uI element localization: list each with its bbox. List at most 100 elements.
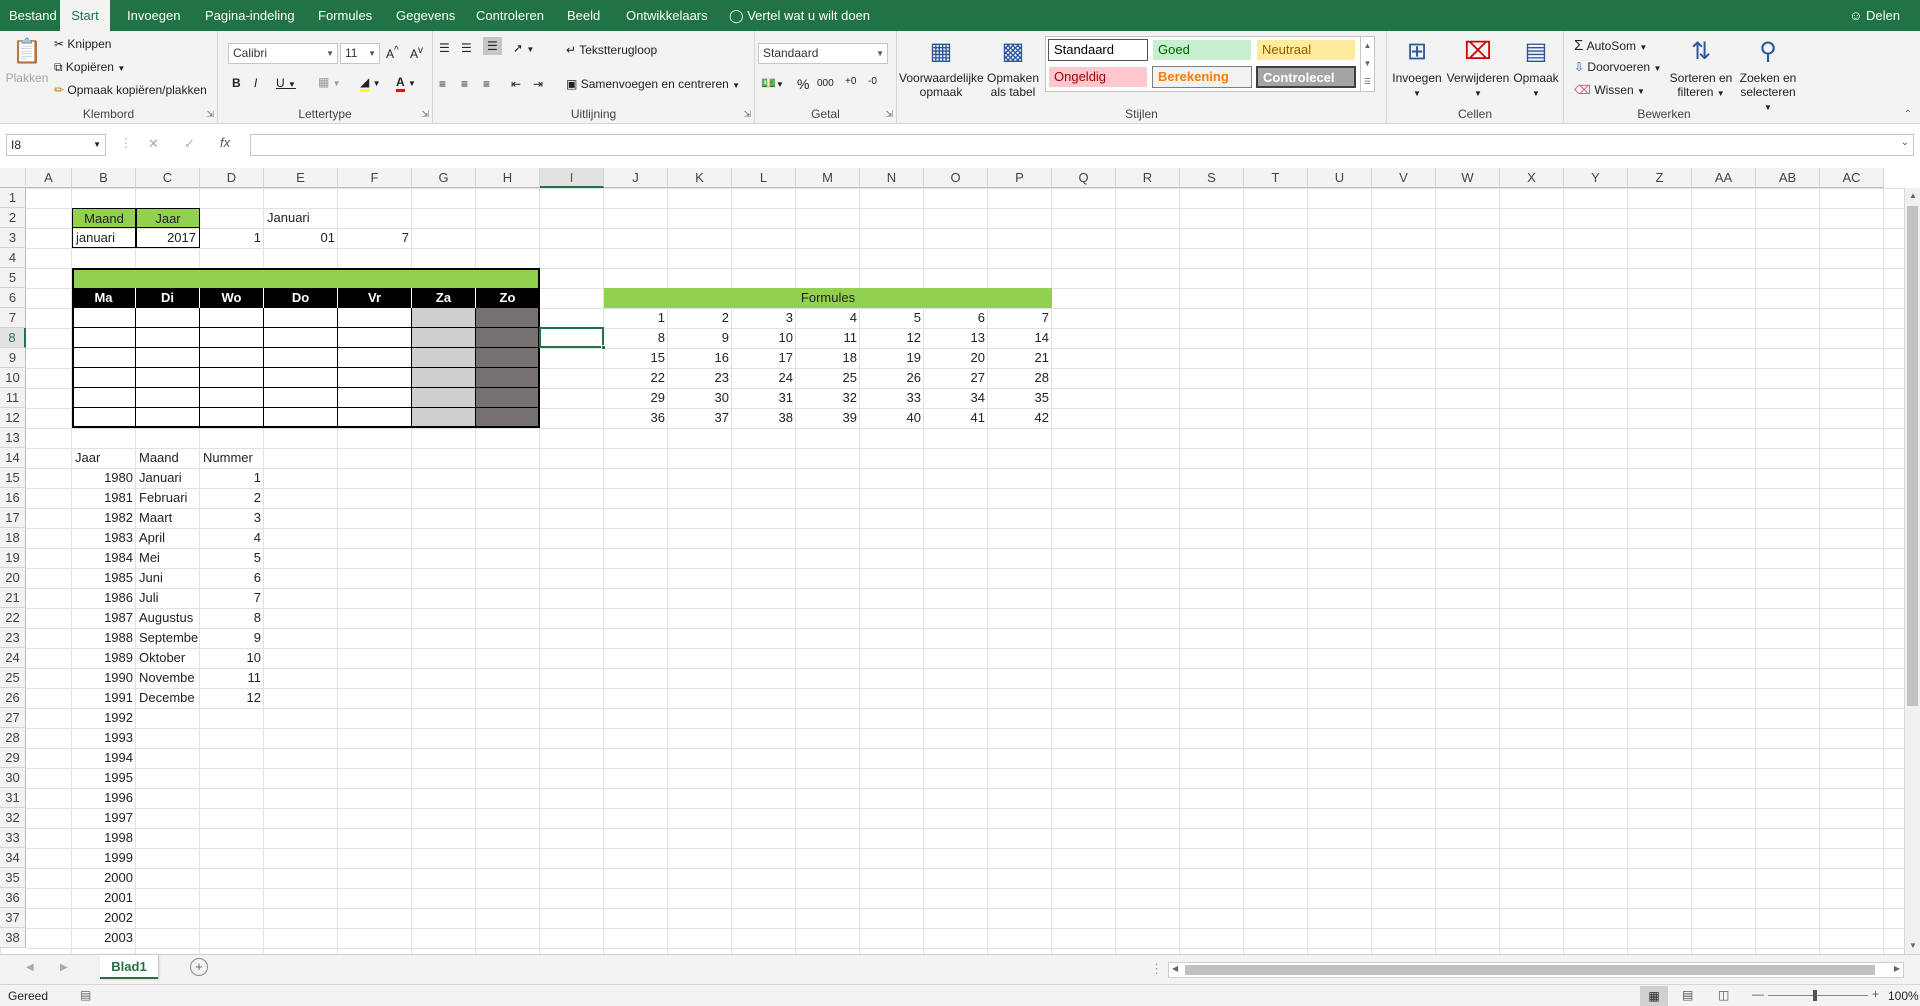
row-header[interactable]: 32 [0, 808, 26, 828]
tab-controleren[interactable]: Controleren [476, 0, 544, 31]
formules-cell[interactable]: 40 [860, 408, 924, 428]
column-header[interactable]: Q [1052, 168, 1116, 188]
zoom-in-icon[interactable]: + [1872, 987, 1879, 1001]
calendar-cell[interactable] [200, 348, 264, 368]
list-year[interactable]: 1993 [72, 728, 136, 748]
row-header[interactable]: 9 [0, 348, 26, 368]
style-neutraal[interactable]: Neutraal [1256, 39, 1356, 61]
column-header[interactable]: H [476, 168, 540, 188]
column-header[interactable]: N [860, 168, 924, 188]
formules-cell[interactable]: 21 [988, 348, 1052, 368]
column-header[interactable]: M [796, 168, 860, 188]
calendar-cell[interactable] [476, 408, 540, 428]
add-sheet-icon[interactable]: + [190, 958, 208, 976]
page-layout-icon[interactable]: ▤ [1682, 988, 1693, 1002]
row-header[interactable]: 7 [0, 308, 26, 328]
calendar-cell[interactable] [338, 328, 412, 348]
formules-cell[interactable]: 23 [668, 368, 732, 388]
formules-cell[interactable]: 4 [796, 308, 860, 328]
zoom-out-icon[interactable]: — [1752, 987, 1764, 1001]
formules-cell[interactable]: 19 [860, 348, 924, 368]
column-header[interactable]: Z [1628, 168, 1692, 188]
list-number[interactable]: 6 [200, 568, 264, 588]
calendar-cell[interactable] [476, 388, 540, 408]
zoom-level[interactable]: 100% [1888, 989, 1919, 1003]
weekday-header[interactable]: Do [264, 288, 338, 308]
calendar-cell[interactable] [338, 408, 412, 428]
row-header[interactable]: 15 [0, 468, 26, 488]
formules-cell[interactable]: 41 [924, 408, 988, 428]
list-number[interactable]: 3 [200, 508, 264, 528]
underline-button[interactable]: U ▼ [276, 76, 296, 90]
calendar-cell[interactable] [412, 308, 476, 328]
dialog-launcher-icon[interactable]: ⇲ [206, 109, 214, 120]
formules-cell[interactable]: 7 [988, 308, 1052, 328]
calendar-cell[interactable] [136, 328, 200, 348]
column-header[interactable]: G [412, 168, 476, 188]
merge-center-button[interactable]: ▣ Samenvoegen en centreren ▼ [566, 77, 740, 91]
style-standaard[interactable]: Standaard [1048, 39, 1148, 61]
list-month[interactable]: Maart [136, 508, 200, 528]
formules-cell[interactable]: 32 [796, 388, 860, 408]
row-header[interactable]: 13 [0, 428, 26, 448]
column-header[interactable]: D [200, 168, 264, 188]
list-month[interactable]: Juni [136, 568, 200, 588]
calendar-cell[interactable] [200, 328, 264, 348]
bold-button[interactable]: B [232, 76, 241, 90]
calendar-cell[interactable] [412, 328, 476, 348]
dialog-launcher-icon[interactable]: ⇲ [421, 109, 429, 120]
tab-formules[interactable]: Formules [318, 0, 372, 31]
name-box[interactable]: I8 ▼ [6, 134, 106, 156]
align-right-icon[interactable]: ≡ [483, 77, 490, 91]
row-header[interactable]: 1 [0, 188, 26, 208]
weekday-header[interactable]: Vr [338, 288, 412, 308]
calendar-cell[interactable] [476, 308, 540, 328]
calendar-cell[interactable] [200, 388, 264, 408]
fill-color-icon[interactable]: ◢ ▼ [360, 75, 381, 92]
column-header[interactable]: I [540, 168, 604, 188]
zoom-slider-thumb[interactable] [1813, 990, 1817, 1001]
column-header[interactable]: AA [1692, 168, 1756, 188]
conditional-formatting-button[interactable]: ▦ Voorwaardelijke opmaak [899, 37, 984, 99]
list-month[interactable]: Augustus [136, 608, 200, 628]
list-year[interactable]: 1985 [72, 568, 136, 588]
formules-cell[interactable]: 30 [668, 388, 732, 408]
style-ongeldig[interactable]: Ongeldig [1048, 66, 1148, 88]
autosum-button[interactable]: Σ AutoSom ▼ [1574, 37, 1647, 54]
weekday-header[interactable]: Zo [476, 288, 540, 308]
formules-cell[interactable]: 12 [860, 328, 924, 348]
tab-invoegen[interactable]: Invoegen [127, 0, 181, 31]
cell-d3[interactable]: 1 [200, 228, 264, 248]
formules-cell[interactable]: 8 [604, 328, 668, 348]
calendar-cell[interactable] [72, 388, 136, 408]
list-year[interactable]: 1990 [72, 668, 136, 688]
calendar-cell[interactable] [264, 388, 338, 408]
row-header[interactable]: 24 [0, 648, 26, 668]
calendar-cell[interactable] [200, 368, 264, 388]
row-header[interactable]: 14 [0, 448, 26, 468]
normal-view-icon[interactable]: ▦ [1640, 986, 1668, 1006]
calendar-cell[interactable] [412, 388, 476, 408]
italic-button[interactable]: I [254, 76, 257, 90]
formules-cell[interactable]: 2 [668, 308, 732, 328]
formules-cell[interactable]: 22 [604, 368, 668, 388]
row-header[interactable]: 6 [0, 288, 26, 308]
delete-cells-button[interactable]: ⌧ Verwijderen ▼ [1445, 37, 1511, 101]
row-header[interactable]: 19 [0, 548, 26, 568]
column-header[interactable]: W [1436, 168, 1500, 188]
column-header[interactable]: AC [1820, 168, 1884, 188]
calendar-cell[interactable] [412, 348, 476, 368]
align-center-icon[interactable]: ≡ [461, 77, 468, 91]
copy-button[interactable]: ⧉ Kopiëren ▼ [54, 60, 125, 75]
list-number[interactable]: 9 [200, 628, 264, 648]
column-header[interactable]: AB [1756, 168, 1820, 188]
row-header[interactable]: 36 [0, 888, 26, 908]
formules-cell[interactable]: 29 [604, 388, 668, 408]
calendar-title-bar[interactable] [72, 268, 540, 288]
calendar-cell[interactable] [72, 328, 136, 348]
column-header[interactable]: X [1500, 168, 1564, 188]
row-header[interactable]: 33 [0, 828, 26, 848]
font-size-select[interactable]: 11 ▼ [340, 43, 380, 64]
formules-cell[interactable]: 31 [732, 388, 796, 408]
tab-gegevens[interactable]: Gegevens [396, 0, 455, 31]
